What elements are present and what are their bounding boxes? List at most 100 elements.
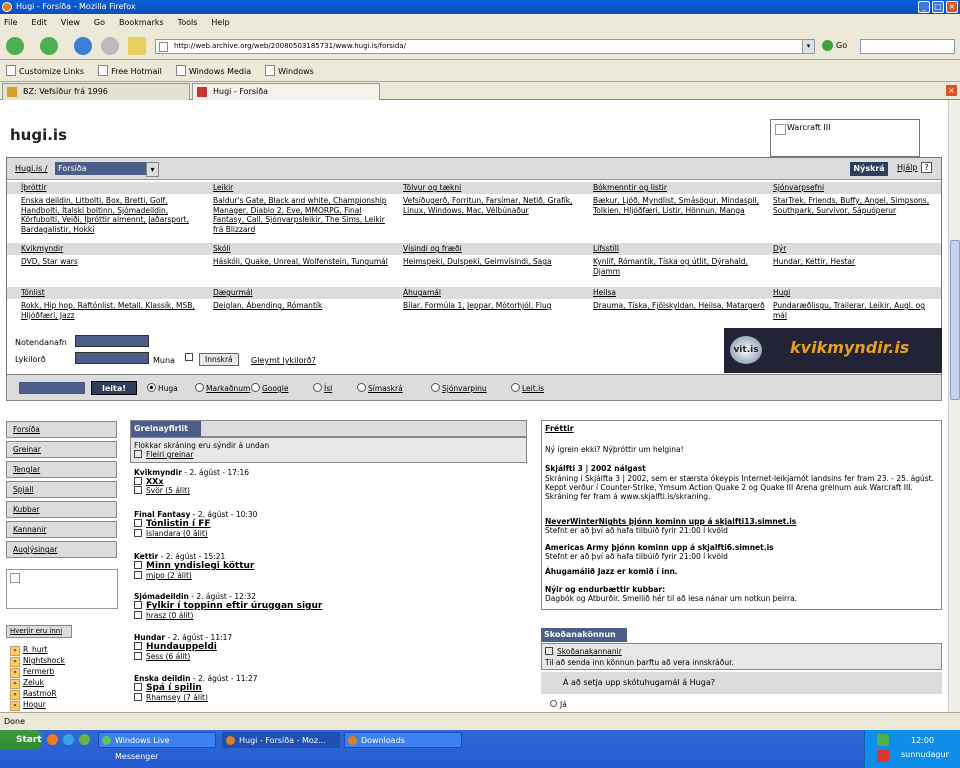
comments-link[interactable]: hrasz (0 álit) (146, 611, 193, 620)
category-head[interactable]: Kvikmyndir (21, 244, 63, 253)
category-links[interactable]: Vefsíðugerð, Forritun, Farsímar, Netið, … (403, 196, 583, 215)
close-button[interactable]: × (946, 1, 958, 13)
url-dropdown-icon[interactable]: ▾ (802, 40, 814, 53)
menu-edit[interactable]: Edit (31, 14, 47, 32)
scroll-thumb[interactable] (950, 240, 960, 400)
menu-file[interactable]: File (4, 14, 17, 32)
section-select[interactable]: Forsíða (55, 162, 159, 177)
security-icon[interactable] (877, 750, 889, 762)
ad-box[interactable]: Warcraft III (770, 119, 920, 157)
task-firefox[interactable]: Hugi - Forsíða - Moz... (222, 732, 340, 748)
bookmark-item[interactable]: Free Hotmail (98, 65, 162, 76)
search-button[interactable]: leita! (91, 381, 137, 395)
category-links[interactable]: DVD, Star wars (21, 257, 201, 267)
home-icon[interactable] (128, 37, 146, 55)
search-option[interactable]: Leit.is (511, 383, 544, 393)
online-user[interactable]: Hogur (10, 700, 46, 711)
online-user[interactable]: Zeluk (10, 678, 44, 689)
ie-quicklaunch-icon[interactable] (63, 734, 74, 745)
search-input[interactable] (860, 39, 955, 54)
category-links[interactable]: Bílar, Formúla 1, Jeppar, Mótorhjól, Flu… (403, 301, 583, 311)
help-link[interactable]: Hjálp (897, 163, 917, 172)
login-button[interactable]: Innskrá (199, 353, 239, 366)
task-downloads[interactable]: Downloads (344, 732, 462, 748)
breadcrumb-home[interactable]: Hugi.is / (15, 164, 48, 173)
search-option[interactable]: Huga (147, 383, 178, 393)
category-links[interactable]: Enska deildin, Litbolti, Box, Bretti, Go… (21, 196, 201, 234)
article-link[interactable]: Tónlistin í FF (146, 519, 211, 529)
category-head[interactable]: Dægurmál (213, 288, 253, 297)
category-links[interactable]: Háskóli, Quake, Unreal, Wolfenstein, Tun… (213, 257, 393, 267)
bookmark-item[interactable]: Windows Media (176, 65, 251, 76)
url-bar[interactable]: http://web.archive.org/web/2008050318573… (155, 39, 815, 54)
category-head[interactable]: Dýr (773, 244, 786, 253)
firefox-quicklaunch-icon[interactable] (47, 734, 58, 745)
poll-radio[interactable] (550, 700, 557, 707)
category-links[interactable]: Bækur, Ljóð, Myndlist, Smásögur, Mindasp… (593, 196, 773, 215)
bookmark-item[interactable]: Customize Links (6, 65, 84, 76)
maximize-button[interactable]: □ (932, 1, 944, 13)
category-head[interactable]: Sjónvarpsefni (773, 183, 824, 192)
news-title[interactable]: Fréttir (545, 424, 937, 433)
comments-link[interactable]: mipo (2 álit) (146, 571, 192, 580)
category-head[interactable]: Skóli (213, 244, 231, 253)
network-icon[interactable] (877, 734, 889, 746)
search-option[interactable]: Markaðnum (195, 383, 250, 393)
comments-link[interactable]: Sess (6 álit) (146, 652, 190, 661)
go-button[interactable]: Go (822, 40, 847, 51)
article-link[interactable]: Spá í spilin (146, 683, 202, 693)
category-head[interactable]: Áhugamál (403, 288, 441, 297)
category-head[interactable]: Hugi (773, 288, 790, 297)
category-links[interactable]: Kynlíf, Rómantík, Tíska og útlit, Dýraha… (593, 257, 773, 276)
category-links[interactable]: StarTrek, Friends, Buffy, Angel, Simpson… (773, 196, 933, 215)
category-links[interactable]: Heimspeki, Dulspeki, Geimvísindi, Saga (403, 257, 583, 267)
polls-link[interactable]: Skoðanakannanir (557, 647, 622, 656)
close-tab-icon[interactable]: × (946, 85, 957, 96)
stop-icon[interactable] (101, 37, 119, 55)
category-head[interactable]: Leikir (213, 183, 233, 192)
category-head[interactable]: Lífsstíll (593, 244, 619, 253)
category-head[interactable]: Vísindi og fræði (403, 244, 462, 253)
forgot-password-link[interactable]: Gleymt lykilorð? (251, 356, 316, 365)
search-option[interactable]: Símaskrá (357, 383, 403, 393)
category-links[interactable]: Hundar, Kettir, Hestar (773, 257, 933, 267)
menu-bookmarks[interactable]: Bookmarks (119, 14, 164, 32)
online-user[interactable]: R_hurt (10, 645, 48, 656)
leftnav-spjall[interactable]: Spjall (6, 481, 117, 498)
leftnav-forsida[interactable]: Forsíða (6, 421, 117, 438)
kvikmyndir-banner[interactable]: vit.is kvikmyndir.is (724, 328, 942, 373)
article-link[interactable]: Hundauppeldi (146, 642, 217, 652)
forward-icon[interactable] (40, 37, 58, 55)
search-option[interactable]: Ísl (313, 383, 332, 393)
start-button[interactable]: Start (0, 730, 42, 750)
reload-icon[interactable] (74, 37, 92, 55)
site-search-input[interactable] (19, 382, 85, 394)
site-logo[interactable]: hugi.is (10, 126, 67, 144)
comments-link[interactable]: Islandara (0 álit) (146, 529, 208, 538)
back-icon[interactable] (6, 37, 24, 55)
username-input[interactable] (75, 335, 149, 347)
search-option[interactable]: Google (251, 383, 288, 393)
menu-tools[interactable]: Tools (178, 14, 198, 32)
who-online-head[interactable]: Hverjir eru inni (6, 625, 72, 638)
article-link[interactable]: Minn yndislegi köttur (146, 561, 254, 571)
leftnav-kubbar[interactable]: Kubbar (6, 501, 117, 518)
tab-bz[interactable]: BZ: Vefsíður frá 1996 (2, 83, 190, 100)
online-user[interactable]: RastmoR (10, 689, 57, 700)
category-links[interactable]: Deiglan, Ábending, Rómantík (213, 301, 393, 311)
more-articles-link[interactable]: Fleiri greinar (134, 450, 523, 459)
article-link[interactable]: Fylkir í toppinn eftir úruggan sigur (146, 601, 322, 611)
online-user[interactable]: Fermerb (10, 667, 54, 678)
leftnav-auglysingar[interactable]: Auglýsingar (6, 541, 117, 558)
category-links[interactable]: Rokk, Hip hop, Raftónlist, Metall, Klass… (21, 301, 201, 320)
comments-link[interactable]: Rhamsey (7 álit) (146, 693, 208, 702)
category-head[interactable]: Tölvur og tækni (403, 183, 461, 192)
menu-view[interactable]: View (61, 14, 80, 32)
leftnav-greinar[interactable]: Greinar (6, 441, 117, 458)
register-button[interactable]: Nýskrá (850, 162, 888, 176)
bookmark-item[interactable]: Windows (265, 65, 314, 76)
password-input[interactable] (75, 352, 149, 364)
category-head[interactable]: Íþróttir (21, 183, 47, 192)
category-links[interactable]: Pundaræðlisgu, Trailerar, Leikir, Augl. … (773, 301, 933, 320)
vertical-scrollbar[interactable] (948, 100, 960, 712)
